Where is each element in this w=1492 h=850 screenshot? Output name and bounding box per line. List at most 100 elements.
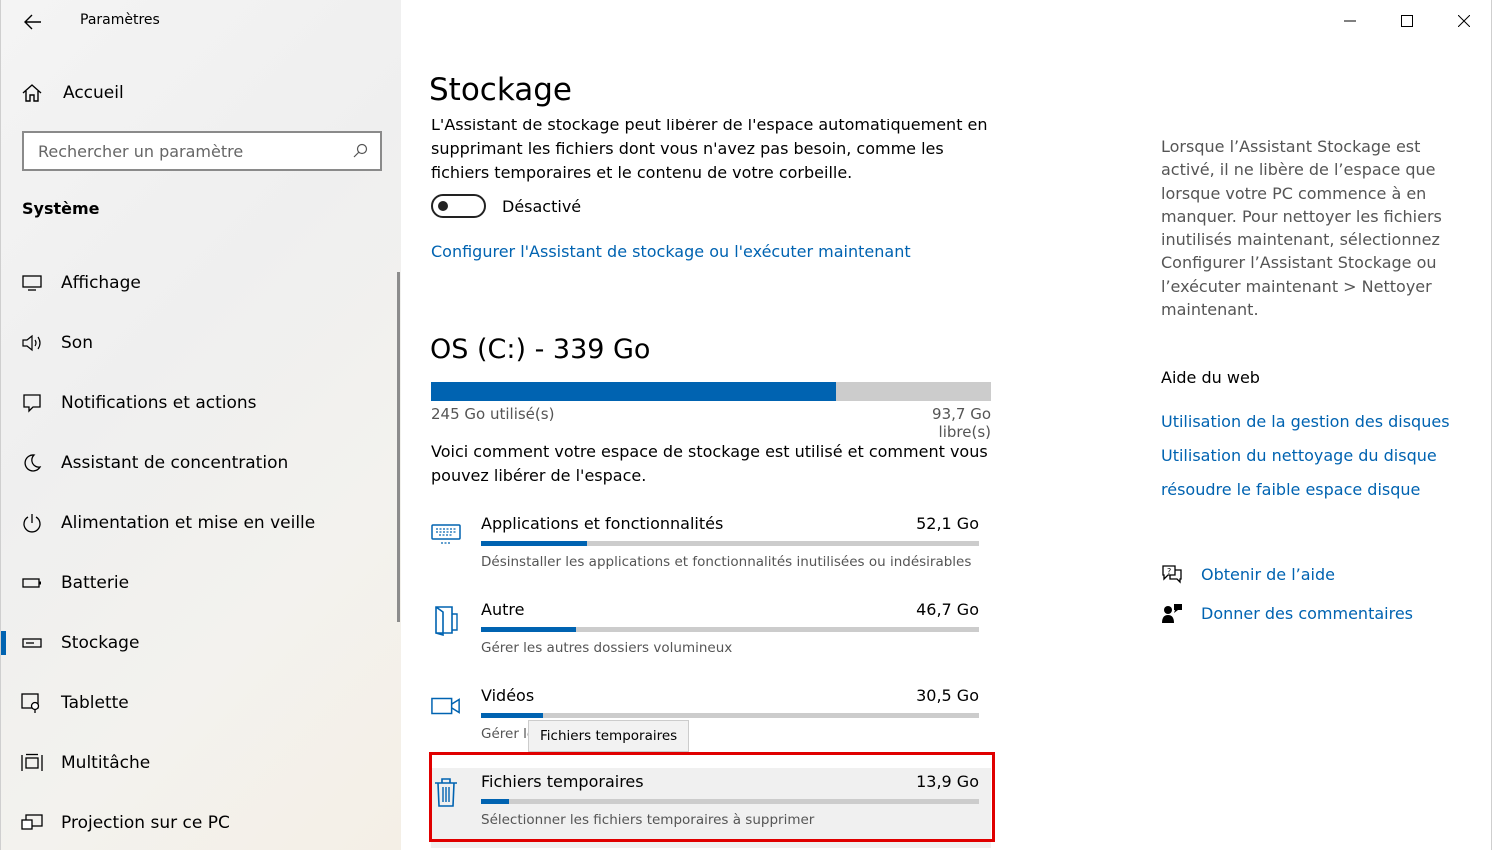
maximize-icon: [1400, 15, 1413, 27]
speaker-icon: [21, 332, 43, 354]
storage-sense-toggle-row: Désactivé: [431, 194, 581, 218]
help-chat-icon: ?: [1161, 563, 1183, 585]
sidebar-item-batterie[interactable]: Batterie: [1, 553, 398, 613]
sidebar-item-label: Alimentation et mise en veille: [61, 513, 316, 533]
sidebar-item-label: Notifications et actions: [61, 393, 257, 413]
feedback-link[interactable]: Donner des commentaires: [1161, 602, 1413, 624]
trash-icon: [431, 776, 461, 808]
category-size: 52,1 Go: [916, 514, 979, 533]
minimize-button[interactable]: [1321, 0, 1378, 42]
category-size: 46,7 Go: [916, 600, 979, 619]
category-size: 30,5 Go: [916, 686, 979, 705]
moon-icon: [21, 452, 43, 474]
apps-icon: [431, 518, 461, 550]
category-name: Applications et fonctionnalités: [481, 514, 724, 533]
battery-icon: [21, 572, 43, 594]
web-link-disk-management[interactable]: Utilisation de la gestion des disques: [1161, 412, 1450, 431]
category-name: Fichiers temporaires: [481, 772, 644, 791]
sidebar-item-label: Son: [61, 333, 93, 353]
category-desc: Désinstaller les applications et fonctio…: [481, 554, 972, 570]
storage-sense-toggle[interactable]: [431, 194, 486, 218]
sidebar-item-label: Affichage: [61, 273, 141, 293]
power-icon: [21, 512, 43, 534]
category-name: Vidéos: [481, 686, 535, 705]
category-desc: Gérer les autres dossiers volumineux: [481, 640, 733, 656]
category-videos[interactable]: Vidéos 30,5 Go Gérer le: [431, 682, 991, 762]
category-desc: Sélectionner les fichiers temporaires à …: [481, 812, 815, 828]
svg-text:?: ?: [1167, 567, 1171, 576]
notification-icon: [21, 392, 43, 414]
sidebar-item-notifications[interactable]: Notifications et actions: [1, 373, 398, 433]
sidebar-item-label: Stockage: [61, 633, 140, 653]
maximize-button[interactable]: [1378, 0, 1435, 42]
back-button[interactable]: [19, 8, 47, 36]
search-input[interactable]: [38, 141, 352, 161]
minimize-icon: [1343, 20, 1356, 22]
video-icon: [431, 690, 461, 722]
search-icon: [353, 143, 368, 158]
configure-storage-sense-link[interactable]: Configurer l'Assistant de stockage ou l'…: [431, 242, 911, 261]
feedback-icon: [1161, 602, 1183, 624]
storage-icon: [21, 632, 43, 654]
web-help-title: Aide du web: [1161, 368, 1260, 387]
app-title: Paramètres: [80, 12, 160, 28]
section-label: Système: [22, 199, 100, 218]
category-bar: [481, 541, 979, 546]
main-content: Stockage L'Assistant de stockage peut li…: [401, 0, 1492, 850]
sidebar: Paramètres Accueil Système Affichage Son…: [0, 0, 401, 850]
home-icon: [22, 84, 42, 102]
get-help-label: Obtenir de l’aide: [1201, 564, 1335, 584]
get-help-link[interactable]: ? Obtenir de l’aide: [1161, 563, 1335, 585]
nav-home-label: Accueil: [63, 83, 124, 103]
window-caption-buttons: [1321, 0, 1492, 42]
category-bar: [481, 627, 979, 632]
nav-home[interactable]: Accueil: [21, 78, 381, 108]
category-other[interactable]: Autre 46,7 Go Gérer les autres dossiers …: [431, 596, 991, 676]
web-link-low-disk-space[interactable]: résoudre le faible espace disque: [1161, 480, 1420, 499]
search-box[interactable]: [22, 131, 382, 171]
sidebar-item-son[interactable]: Son: [1, 313, 398, 373]
usage-explanation: Voici comment votre espace de stockage e…: [431, 442, 988, 485]
sidebar-item-projection[interactable]: Projection sur ce PC: [1, 793, 398, 850]
category-temp-files[interactable]: Fichiers temporaires 13,9 Go Sélectionne…: [431, 768, 991, 848]
folder-icon: [431, 604, 461, 636]
category-bar-fill: [481, 627, 576, 632]
back-arrow-icon: [24, 14, 41, 30]
storage-sense-intro: L'Assistant de stockage peut libérer de …: [431, 115, 988, 182]
sidebar-item-tablette[interactable]: Tablette: [1, 673, 398, 733]
feedback-label: Donner des commentaires: [1201, 603, 1413, 623]
display-icon: [21, 272, 43, 294]
page-title: Stockage: [429, 72, 572, 108]
storage-sense-help-text: Lorsque l’Assistant Stockage est activé,…: [1161, 137, 1442, 320]
sidebar-item-label: Batterie: [61, 573, 130, 593]
used-space-text: 245 Go utilisé(s): [431, 405, 555, 423]
category-bar: [481, 713, 979, 718]
category-apps[interactable]: Applications et fonctionnalités 52,1 Go …: [431, 510, 991, 590]
projection-icon: [21, 812, 43, 834]
sidebar-item-alimentation[interactable]: Alimentation et mise en veille: [1, 493, 398, 553]
toggle-knob: [438, 201, 448, 211]
close-button[interactable]: [1435, 0, 1492, 42]
drive-usage-fill: [431, 382, 836, 401]
sidebar-item-stockage[interactable]: Stockage: [1, 613, 398, 673]
category-name: Autre: [481, 600, 525, 619]
nav-list: Affichage Son Notifications et actions A…: [1, 253, 398, 850]
sidebar-item-label: Assistant de concentration: [61, 453, 289, 473]
web-link-disk-cleanup[interactable]: Utilisation du nettoyage du disque: [1161, 446, 1437, 465]
sidebar-item-multitache[interactable]: Multitâche: [1, 733, 398, 793]
free-space-text: 93,7 Go libre(s): [932, 405, 991, 441]
tooltip: Fichiers temporaires: [528, 720, 690, 752]
tablet-icon: [21, 692, 43, 714]
sidebar-item-concentration[interactable]: Assistant de concentration: [1, 433, 398, 493]
close-icon: [1457, 15, 1470, 27]
category-bar-fill: [481, 713, 543, 718]
sidebar-scrollbar[interactable]: [397, 272, 400, 622]
category-bar-fill: [481, 799, 509, 804]
sidebar-item-label: Projection sur ce PC: [61, 813, 230, 833]
category-size: 13,9 Go: [916, 772, 979, 791]
sidebar-item-label: Tablette: [61, 693, 129, 713]
category-bar: [481, 799, 979, 804]
drive-usage-bar: [431, 382, 991, 401]
sidebar-item-affichage[interactable]: Affichage: [1, 253, 398, 313]
drive-title: OS (C:) - 339 Go: [430, 334, 651, 365]
